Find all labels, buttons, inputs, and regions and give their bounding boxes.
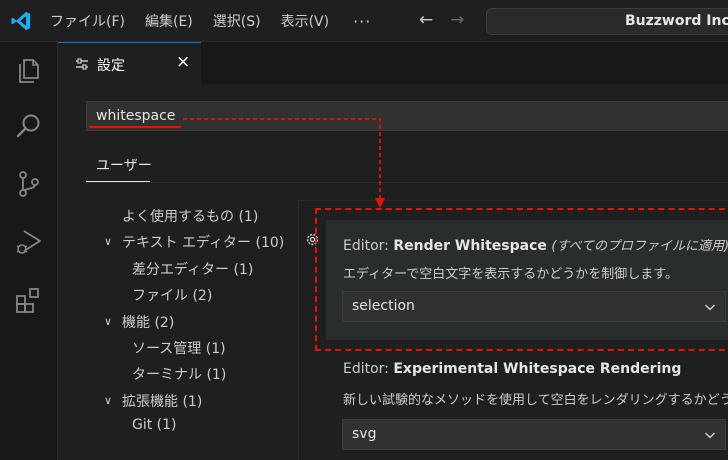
tab-user-settings[interactable]: ユーザー [96,155,152,175]
vscode-logo-icon[interactable] [10,10,32,32]
chevron-down-icon[interactable]: ∨ [104,315,112,328]
back-arrow-icon[interactable]: ← [419,10,433,30]
settings-sliders-icon [76,58,88,70]
setting-category: Editor: [343,361,394,377]
setting-description: 新しい試験的なメソッドを使用して空白をレンダリングするかどうか [343,393,728,408]
toc-git[interactable]: Git (1) [132,417,177,433]
toc-files[interactable]: ファイル (2) [132,285,212,305]
toc-diff-editor[interactable]: 差分エディター (1) [132,259,253,279]
chevron-down-icon[interactable]: ∨ [104,235,112,248]
run-debug-icon[interactable] [13,226,45,258]
extensions-icon[interactable] [13,284,45,316]
title-bar: ファイル(F) 編集(E) 選択(S) 表示(V) ··· ← → Buzzwo… [0,0,728,42]
chevron-down-icon[interactable]: ∨ [104,394,112,407]
chevron-down-icon [704,432,716,439]
source-control-icon[interactable] [13,168,45,200]
explorer-icon[interactable] [13,54,45,86]
toc-extensions[interactable]: 拡張機能 (1) [122,391,202,411]
menu-edit[interactable]: 編集(E) [145,11,193,31]
whitespace-rendering-select[interactable]: svg [342,419,726,450]
toc-terminal[interactable]: ターミナル (1) [132,364,226,384]
tab-settings[interactable]: 設定 × [58,42,201,84]
command-center[interactable]: Buzzword Inc. [486,8,728,35]
scope-divider [86,182,728,183]
command-center-label: Buzzword Inc. [625,13,728,29]
toc-text-editor[interactable]: テキスト エディター (10) [122,232,284,252]
setting-title: Editor: Experimental Whitespace Renderin… [343,361,681,377]
search-value: whitespace [96,108,176,124]
menu-selection[interactable]: 選択(S) [213,11,261,31]
tab-settings-label: 設定 [97,58,125,74]
settings-search-input[interactable]: whitespace [86,101,728,131]
close-icon[interactable]: × [176,52,190,72]
tab-bar: 設定 × [58,42,728,84]
setting-name: Experimental Whitespace Rendering [393,361,682,377]
forward-arrow-icon[interactable]: → [450,10,464,30]
menu-view[interactable]: 表示(V) [281,11,330,31]
annotation-dashed-box [315,208,728,351]
activity-bar [0,42,58,460]
toc-features[interactable]: 機能 (2) [122,312,174,332]
scope-active-indicator [86,181,150,182]
toc-commonly-used[interactable]: よく使用するもの (1) [122,206,258,226]
toc-scm[interactable]: ソース管理 (1) [132,338,226,358]
search-highlight-underline [89,126,181,128]
menu-file[interactable]: ファイル(F) [50,11,125,31]
menu-bar: ファイル(F) 編集(E) 選択(S) 表示(V) ··· [50,0,391,42]
search-icon[interactable] [13,110,45,142]
select-value: svg [352,426,377,442]
menu-more-icon[interactable]: ··· [353,12,371,31]
